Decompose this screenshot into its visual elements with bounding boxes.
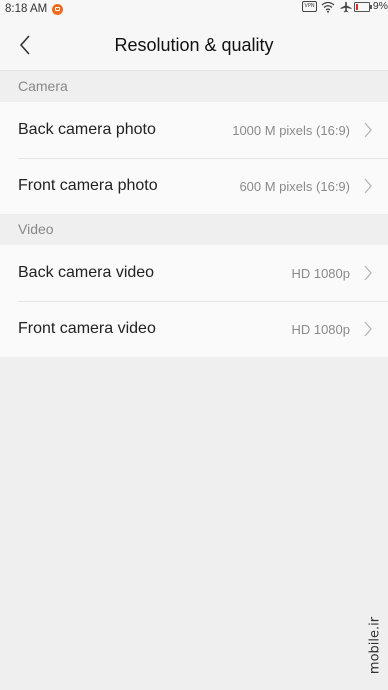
- wifi-icon: [321, 0, 335, 18]
- setting-row-back-camera-video[interactable]: Back camera video HD 1080p: [0, 245, 388, 301]
- section-header-camera: Camera: [18, 78, 68, 94]
- notification-icon: [52, 4, 63, 15]
- status-time: 8:18 AM: [5, 3, 48, 15]
- setting-value: 1000 M pixels (16:9): [232, 123, 350, 138]
- airplane-icon: [340, 0, 352, 18]
- setting-label: Back camera photo: [18, 121, 156, 138]
- battery-icon: [354, 2, 372, 12]
- chevron-right-icon: [364, 321, 372, 337]
- section-header-video: Video: [18, 221, 54, 237]
- vpn-icon: VPN: [302, 1, 317, 12]
- setting-value: HD 1080p: [291, 266, 350, 281]
- setting-value: HD 1080p: [291, 322, 350, 337]
- battery-percent: 9%: [372, 0, 388, 12]
- page-title: Resolution & quality: [114, 35, 274, 55]
- status-bar: 8:18 AM VPN 9%: [0, 0, 388, 20]
- setting-label: Front camera video: [18, 320, 156, 337]
- chevron-right-icon: [364, 178, 372, 194]
- setting-label: Front camera photo: [18, 177, 158, 194]
- setting-row-front-camera-video[interactable]: Front camera video HD 1080p: [0, 301, 388, 357]
- setting-value: 600 M pixels (16:9): [239, 179, 350, 194]
- camera-settings-group: Back camera photo 1000 M pixels (16:9) F…: [0, 102, 388, 214]
- watermark-text: mobile.ir: [367, 616, 383, 675]
- watermark: mobile.ir: [364, 612, 384, 682]
- video-settings-group: Back camera video HD 1080p Front camera …: [0, 245, 388, 357]
- chevron-right-icon: [364, 122, 372, 138]
- setting-label: Back camera video: [18, 264, 155, 281]
- setting-row-front-camera-photo[interactable]: Front camera photo 600 M pixels (16:9): [0, 158, 388, 214]
- chevron-right-icon: [364, 265, 372, 281]
- setting-row-back-camera-photo[interactable]: Back camera photo 1000 M pixels (16:9): [0, 102, 388, 158]
- title-bar: Resolution & quality: [0, 20, 388, 71]
